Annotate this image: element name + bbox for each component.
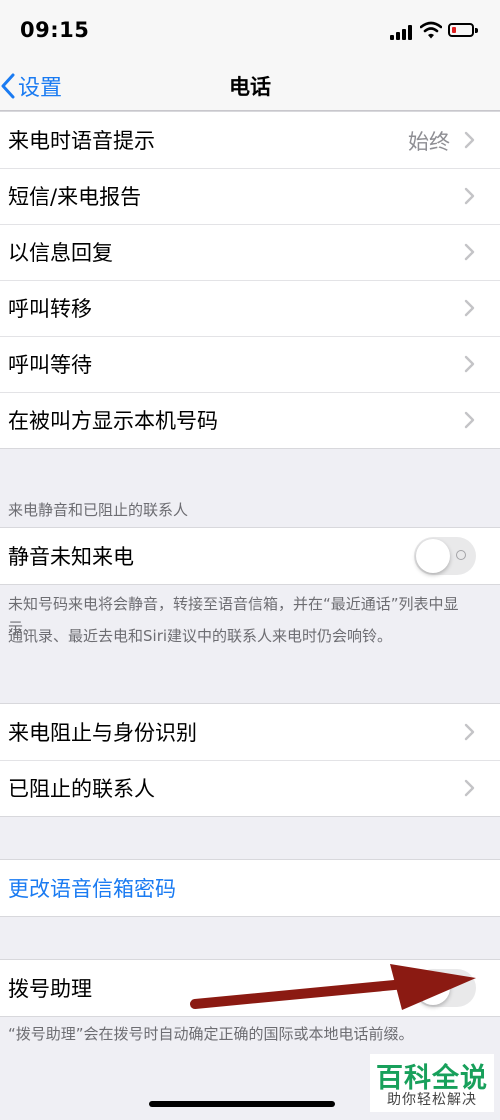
row-label: 在被叫方显示本机号码 xyxy=(8,409,218,433)
blocking-group: 来电阻止与身份识别 已阻止的联系人 xyxy=(0,703,500,817)
voicemail-group: 更改语音信箱密码 xyxy=(0,859,500,917)
row-label: 以信息回复 xyxy=(8,241,113,265)
row-blocked-contacts[interactable]: 已阻止的联系人 xyxy=(0,760,500,816)
row-label: 拨号助理 xyxy=(8,977,92,1001)
row-call-forwarding[interactable]: 呼叫转移 xyxy=(0,280,500,336)
wifi-icon xyxy=(420,21,442,39)
watermark-logo: 百科全说 助你轻松解决 xyxy=(370,1054,494,1112)
chevron-right-icon xyxy=(464,723,475,741)
status-bar: 09:15 xyxy=(0,0,500,62)
section-header-silence: 来电静音和已阻止的联系人 xyxy=(8,501,189,519)
row-call-waiting[interactable]: 呼叫等待 xyxy=(0,336,500,392)
chevron-right-icon xyxy=(464,131,475,149)
chevron-right-icon xyxy=(464,243,475,261)
row-label: 短信/来电报告 xyxy=(8,185,142,209)
toggle-knob xyxy=(416,539,450,573)
watermark-subtitle: 助你轻松解决 xyxy=(387,1092,477,1108)
dial-assist-footer: “拨号助理”会在拨号时自动确定正确的国际或本地电话前缀。 xyxy=(8,1025,414,1043)
row-label: 来电时语音提示 xyxy=(8,129,155,153)
battery-low-icon xyxy=(448,23,474,37)
navigation-bar: 设置 电话 xyxy=(0,62,500,111)
battery-tip xyxy=(475,28,478,33)
page-title: 电话 xyxy=(229,75,271,99)
row-silence-unknown-callers: 静音未知来电 xyxy=(0,528,500,584)
row-label: 更改语音信箱密码 xyxy=(8,877,176,901)
status-time: 09:15 xyxy=(20,18,90,42)
chevron-right-icon xyxy=(464,779,475,797)
signal-icon xyxy=(390,24,414,40)
row-announce-calls[interactable]: 来电时语音提示 始终 xyxy=(0,112,500,168)
silence-unknown-toggle[interactable] xyxy=(414,537,476,575)
change-voicemail-password-button[interactable]: 更改语音信箱密码 xyxy=(0,860,500,916)
home-indicator[interactable] xyxy=(149,1101,335,1107)
toggle-off-indicator xyxy=(456,550,466,560)
row-show-caller-id[interactable]: 在被叫方显示本机号码 xyxy=(0,392,500,448)
silence-group: 静音未知来电 xyxy=(0,527,500,585)
chevron-right-icon xyxy=(464,187,475,205)
row-label: 静音未知来电 xyxy=(8,545,134,569)
chevron-right-icon xyxy=(464,411,475,429)
call-settings-group: 来电时语音提示 始终 短信/来电报告 以信息回复 呼叫转移 呼叫等待 在被叫方显… xyxy=(0,111,500,449)
row-label: 已阻止的联系人 xyxy=(8,777,155,801)
chevron-right-icon xyxy=(464,355,475,373)
row-respond-with-text[interactable]: 以信息回复 xyxy=(0,224,500,280)
row-label: 来电阻止与身份识别 xyxy=(8,721,197,745)
row-call-blocking-identification[interactable]: 来电阻止与身份识别 xyxy=(0,704,500,760)
silence-footer-note: 通讯录、最近去电和Siri建议中的联系人来电时仍会响铃。 xyxy=(8,627,393,645)
row-sms-call-reporting[interactable]: 短信/来电报告 xyxy=(0,168,500,224)
row-value: 始终 xyxy=(408,130,450,154)
row-label: 呼叫转移 xyxy=(8,297,92,321)
chevron-right-icon xyxy=(464,299,475,317)
row-label: 呼叫等待 xyxy=(8,353,92,377)
annotation-arrow xyxy=(190,964,476,1010)
